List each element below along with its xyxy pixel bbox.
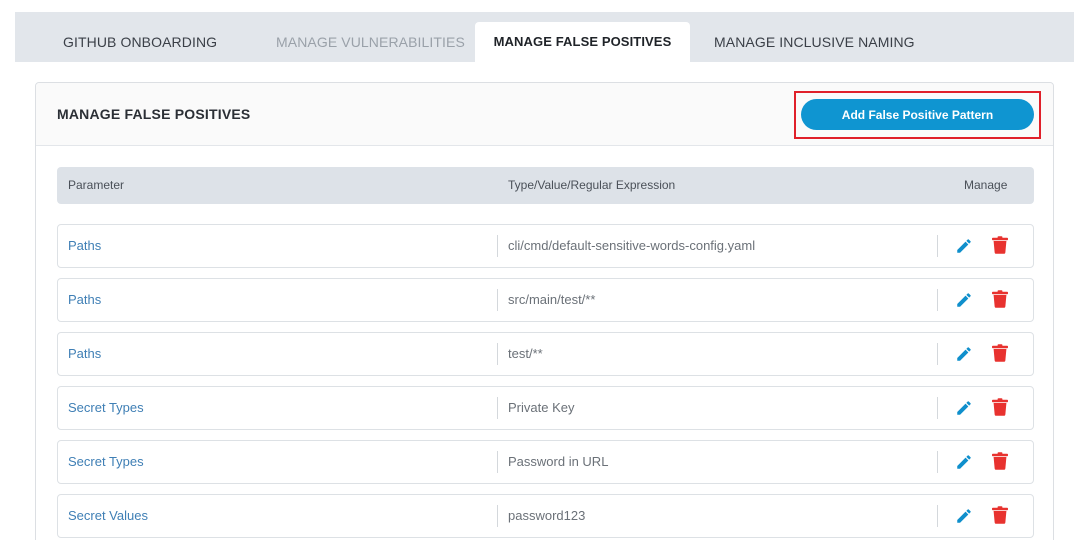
trash-icon[interactable]: [992, 452, 1008, 470]
row-parameter: Paths: [68, 238, 102, 253]
table-row: Paths src/main/test/**: [57, 278, 1034, 322]
column-divider: [497, 505, 498, 527]
add-false-positive-pattern-button[interactable]: Add False Positive Pattern: [801, 99, 1034, 130]
column-header-manage: Manage: [964, 178, 1008, 192]
table-row: Paths test/**: [57, 332, 1034, 376]
column-header-type-value: Type/Value/Regular Expression: [508, 178, 676, 192]
trash-icon[interactable]: [992, 398, 1008, 416]
pencil-icon[interactable]: [955, 345, 973, 363]
column-divider: [497, 289, 498, 311]
tab-manage-inclusive-naming[interactable]: MANAGE INCLUSIVE NAMING: [714, 22, 924, 62]
trash-icon[interactable]: [992, 344, 1008, 362]
column-divider: [497, 397, 498, 419]
table-row: Paths cli/cmd/default-sensitive-words-co…: [57, 224, 1034, 268]
tab-github-onboarding[interactable]: GITHUB ONBOARDING: [63, 22, 243, 62]
pencil-icon[interactable]: [955, 507, 973, 525]
panel-header: MANAGE FALSE POSITIVES Add False Positiv…: [36, 83, 1053, 146]
column-divider: [497, 343, 498, 365]
trash-icon[interactable]: [992, 506, 1008, 524]
table-row: Secret Types Private Key: [57, 386, 1034, 430]
row-value: src/main/test/**: [508, 292, 596, 307]
pencil-icon[interactable]: [955, 453, 973, 471]
row-parameter: Paths: [68, 346, 102, 361]
row-value: Password in URL: [508, 454, 609, 469]
tab-manage-false-positives[interactable]: MANAGE FALSE POSITIVES: [475, 22, 690, 62]
column-divider: [937, 505, 938, 527]
false-positives-panel: MANAGE FALSE POSITIVES Add False Positiv…: [35, 82, 1054, 540]
column-divider: [937, 343, 938, 365]
pencil-icon[interactable]: [955, 291, 973, 309]
row-parameter: Secret Types: [68, 400, 144, 415]
table-row: Secret Types Password in URL: [57, 440, 1034, 484]
column-divider: [497, 451, 498, 473]
row-value: Private Key: [508, 400, 575, 415]
table-row: Secret Values password123: [57, 494, 1034, 538]
column-header-parameter: Parameter: [68, 178, 125, 192]
row-value: test/**: [508, 346, 543, 361]
row-parameter: Secret Values: [68, 508, 148, 523]
pencil-icon[interactable]: [955, 237, 973, 255]
row-value: cli/cmd/default-sensitive-words-config.y…: [508, 238, 756, 253]
tab-bar: GITHUB ONBOARDING MANAGE VULNERABILITIES…: [15, 12, 1074, 62]
table-header: Parameter Type/Value/Regular Expression …: [57, 167, 1034, 204]
column-divider: [937, 451, 938, 473]
column-divider: [497, 235, 498, 257]
trash-icon[interactable]: [992, 236, 1008, 254]
trash-icon[interactable]: [992, 290, 1008, 308]
column-divider: [937, 397, 938, 419]
pencil-icon[interactable]: [955, 399, 973, 417]
row-parameter: Secret Types: [68, 454, 144, 469]
row-parameter: Paths: [68, 292, 102, 307]
tab-manage-vulnerabilities[interactable]: MANAGE VULNERABILITIES: [276, 22, 466, 62]
panel-title: MANAGE FALSE POSITIVES: [57, 106, 251, 122]
column-divider: [937, 235, 938, 257]
row-value: password123: [508, 508, 586, 523]
column-divider: [937, 289, 938, 311]
